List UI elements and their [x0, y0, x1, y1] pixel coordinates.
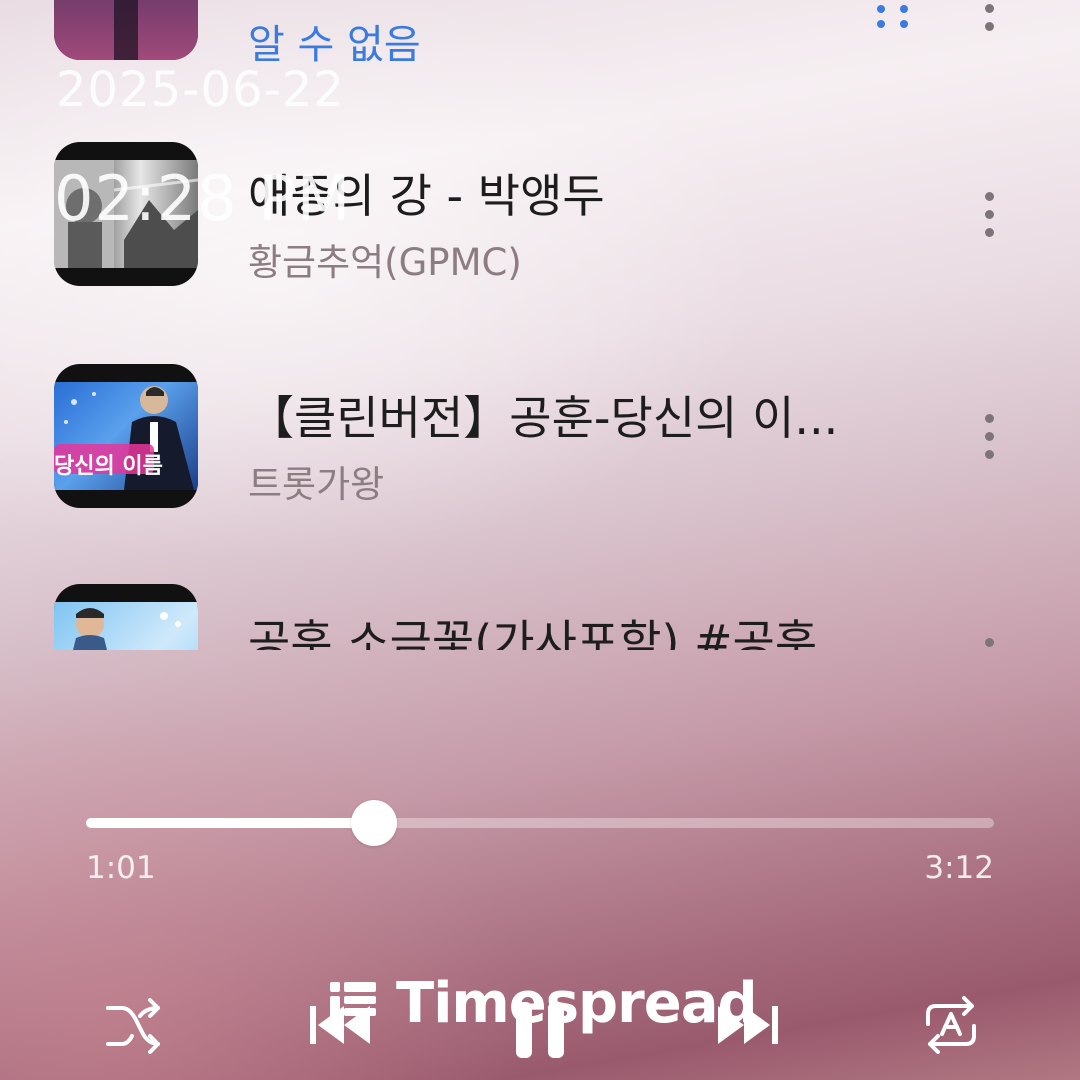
seek-bar[interactable]	[86, 800, 994, 846]
more-options-icon[interactable]	[982, 414, 996, 468]
seek-bar-progress	[86, 818, 374, 828]
track-thumbnail	[54, 0, 198, 60]
track-subtitle: 황금추억(GPMC)	[248, 241, 522, 284]
track-title: 【클린버전】공훈-당신의 이...	[248, 391, 839, 445]
track-thumbnail: 당신의 이름	[54, 364, 198, 508]
track-thumbnail	[54, 584, 198, 650]
track-title: 공훈 소금꽃(가사포함) #공훈...	[248, 615, 862, 650]
thumbnail-caption: 당신의 이름	[54, 454, 163, 479]
list-item[interactable]: 알 수 없음	[0, 0, 1080, 70]
brand-name: Timespread	[396, 970, 758, 1036]
repeat-all-icon[interactable]	[916, 990, 986, 1060]
more-options-icon[interactable]	[982, 192, 996, 246]
elapsed-time: 1:01	[86, 850, 156, 886]
drag-handle-icon[interactable]	[876, 4, 910, 30]
brand-logo-icon	[330, 982, 376, 1024]
seek-bar-handle[interactable]	[350, 800, 397, 846]
watermark-time: 02:28 PM	[54, 162, 352, 235]
list-item[interactable]: 당신의 이름 【클린버전】공훈-당신의 이... 트롯가왕	[0, 364, 1080, 514]
total-duration: 3:12	[924, 850, 994, 886]
more-options-icon[interactable]	[982, 4, 996, 40]
track-subtitle: 트롯가왕	[248, 463, 385, 506]
watermark-date: 2025-06-22	[56, 62, 345, 118]
list-item[interactable]: 공훈 소금꽃(가사포함) #공훈...	[0, 584, 1080, 650]
more-options-icon[interactable]	[982, 638, 996, 650]
shuffle-icon[interactable]	[100, 990, 170, 1060]
brand-watermark: Timespread	[328, 968, 758, 1038]
